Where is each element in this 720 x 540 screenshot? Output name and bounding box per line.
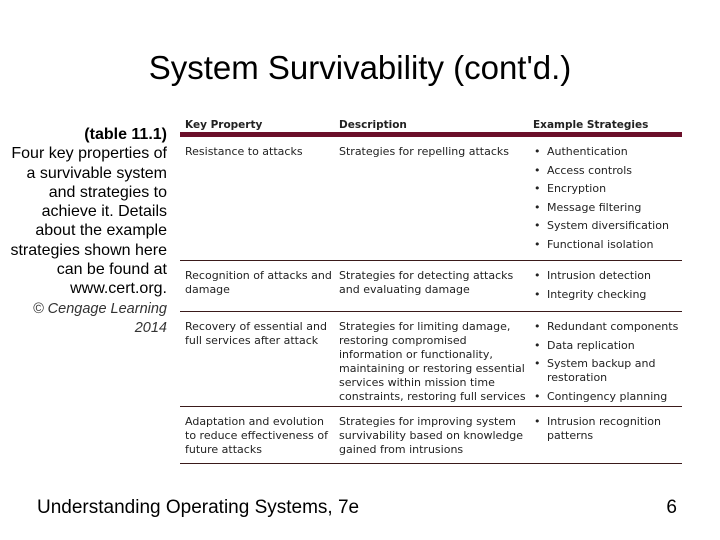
table-caption: (table 11.1) Four key properties of a su… [10, 125, 167, 338]
strategy-item: System backup and restoration [533, 357, 682, 385]
table-row: Resistance to attacks Strategies for rep… [180, 137, 682, 261]
strategies-cell: Intrusion recognition patterns [533, 407, 682, 463]
strategy-item: Contingency planning [533, 390, 682, 404]
column-header-example-strategies: Example Strategies [533, 119, 649, 131]
strategy-item: Integrity checking [533, 288, 682, 302]
strategy-list: Redundant components Data replication Sy… [533, 320, 682, 404]
survivability-table: Key Property Description Example Strateg… [180, 114, 682, 464]
strategy-list: Intrusion recognition patterns [533, 415, 682, 443]
caption-credit: © Cengage Learning 2014 [32, 300, 167, 336]
key-property-cell: Recognition of attacks and damage [185, 269, 332, 296]
table-row: Adaptation and evolution to reduce effec… [180, 407, 682, 464]
footer-book-title: Understanding Operating Systems, 7e [37, 497, 360, 518]
column-header-description: Description [339, 119, 407, 131]
key-property-cell: Adaptation and evolution to reduce effec… [185, 415, 328, 456]
description-cell: Strategies for detecting attacks and eva… [339, 269, 514, 296]
column-header-key-property: Key Property [185, 119, 263, 131]
strategy-item: Functional isolation [533, 238, 682, 252]
table-header: Key Property Description Example Strateg… [180, 114, 682, 132]
strategy-item: Authentication [533, 145, 682, 159]
strategy-item: Intrusion detection [533, 269, 682, 283]
strategy-list: Authentication Access controls Encryptio… [533, 145, 682, 252]
caption-text: Four key properties of a survivable syst… [10, 145, 167, 298]
strategies-cell: Redundant components Data replication Sy… [533, 312, 682, 406]
strategies-cell: Authentication Access controls Encryptio… [533, 137, 682, 260]
strategy-list: Intrusion detection Integrity checking [533, 269, 682, 302]
caption-label: (table 11.1) [84, 126, 167, 143]
strategy-item: Data replication [533, 339, 682, 353]
table-row: Recovery of essential and full services … [180, 312, 682, 407]
table-row: Recognition of attacks and damage Strate… [180, 261, 682, 312]
key-property-cell: Recovery of essential and full services … [185, 320, 327, 347]
page-number: 6 [666, 497, 677, 518]
description-cell: Strategies for repelling attacks [339, 145, 509, 158]
description-cell: Strategies for limiting damage, restorin… [339, 320, 526, 403]
strategy-item: System diversification [533, 219, 682, 233]
description-cell: Strategies for improving system survivab… [339, 415, 524, 456]
strategy-item: Access controls [533, 164, 682, 178]
strategy-item: Message filtering [533, 201, 682, 215]
strategy-item: Encryption [533, 182, 682, 196]
strategy-item: Redundant components [533, 320, 682, 334]
strategy-item: Intrusion recognition patterns [533, 415, 682, 443]
key-property-cell: Resistance to attacks [185, 145, 303, 158]
slide-title: System Survivability (cont'd.) [148, 49, 572, 86]
strategies-cell: Intrusion detection Integrity checking [533, 261, 682, 311]
